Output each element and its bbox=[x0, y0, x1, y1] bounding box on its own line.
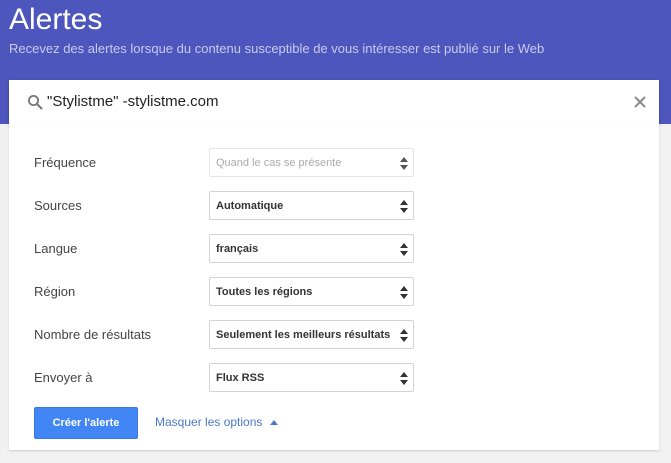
updown-arrows-icon bbox=[400, 372, 408, 385]
page-subtitle: Recevez des alertes lorsque du contenu s… bbox=[9, 41, 545, 56]
options-panel: Fréquence Quand le cas se présente Sourc… bbox=[9, 124, 659, 450]
sources-label: Sources bbox=[34, 198, 82, 213]
deliver-to-label: Envoyer à bbox=[34, 370, 93, 385]
option-row-langue: Langue français bbox=[9, 234, 659, 264]
close-icon[interactable] bbox=[631, 93, 649, 111]
option-row-region: Région Toutes les régions bbox=[9, 277, 659, 307]
language-select[interactable]: français bbox=[209, 234, 414, 263]
results-count-label: Nombre de résultats bbox=[34, 327, 152, 342]
region-select[interactable]: Toutes les régions bbox=[209, 277, 414, 306]
option-row-sources: Sources Automatique bbox=[9, 191, 659, 221]
updown-arrows-icon bbox=[400, 157, 408, 170]
page-title: Alertes bbox=[9, 3, 103, 36]
sources-value: Automatique bbox=[216, 200, 284, 212]
frequency-label: Fréquence bbox=[34, 155, 97, 170]
search-icon bbox=[28, 95, 43, 110]
option-row-frequence: Fréquence Quand le cas se présente bbox=[9, 148, 659, 178]
hide-options-link[interactable]: Masquer les options bbox=[155, 415, 279, 429]
language-label: Langue bbox=[34, 241, 78, 256]
updown-arrows-icon bbox=[400, 243, 408, 256]
search-input[interactable] bbox=[47, 91, 607, 113]
caret-up-icon bbox=[270, 419, 279, 425]
hide-options-label: Masquer les options bbox=[155, 415, 263, 429]
deliver-to-value: Flux RSS bbox=[216, 372, 265, 384]
deliver-to-select[interactable]: Flux RSS bbox=[209, 363, 414, 392]
region-value: Toutes les régions bbox=[216, 286, 313, 298]
sources-select[interactable]: Automatique bbox=[209, 191, 414, 220]
language-value: français bbox=[216, 243, 259, 255]
region-label: Région bbox=[34, 284, 76, 299]
updown-arrows-icon bbox=[400, 329, 408, 342]
frequency-value: Quand le cas se présente bbox=[216, 157, 342, 169]
results-count-select[interactable]: Seulement les meilleurs résultats bbox=[209, 320, 414, 349]
frequency-select: Quand le cas se présente bbox=[209, 148, 414, 177]
search-box bbox=[9, 80, 659, 125]
create-alert-button[interactable]: Créer l'alerte bbox=[34, 407, 138, 439]
results-count-value: Seulement les meilleurs résultats bbox=[216, 329, 391, 341]
option-row-results: Nombre de résultats Seulement les meille… bbox=[9, 320, 659, 350]
updown-arrows-icon bbox=[400, 286, 408, 299]
option-row-deliver: Envoyer à Flux RSS bbox=[9, 363, 659, 393]
updown-arrows-icon bbox=[400, 200, 408, 213]
